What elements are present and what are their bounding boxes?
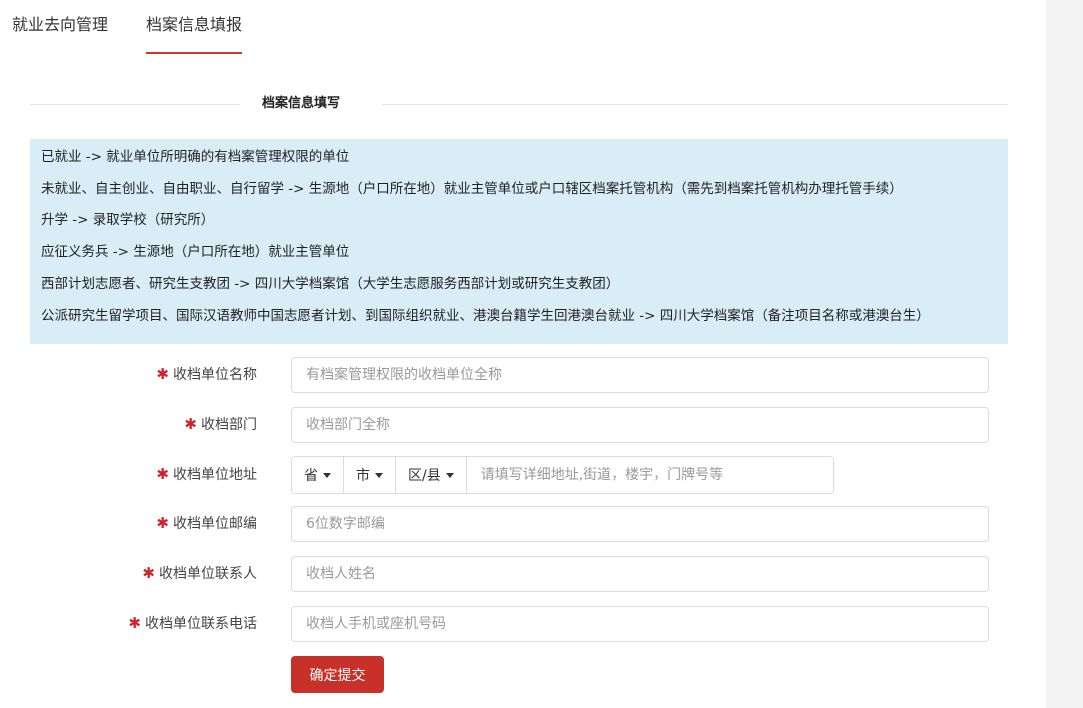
required-mark: ✱ — [128, 614, 141, 632]
caret-down-icon — [375, 472, 383, 478]
caret-down-icon — [445, 472, 454, 478]
info-line: 公派研究生留学项目、国际汉语教师中国志愿者计划、到国际组织就业、港澳台籍学生回港… — [41, 308, 930, 324]
required-mark: ✱ — [156, 465, 169, 483]
unit-name-label-text: 收档单位名称 — [173, 367, 257, 383]
info-line: 已就业 -> 就业单位所明确的有档案管理权限的单位 — [41, 149, 350, 165]
info-line: 升学 -> 录取学校（研究所） — [41, 212, 215, 228]
section-divider-right — [382, 104, 1008, 105]
required-mark: ✱ — [184, 415, 197, 433]
required-mark: ✱ — [142, 564, 155, 582]
required-mark: ✱ — [156, 365, 169, 383]
district-select[interactable]: 区/县 — [396, 457, 467, 493]
phone-label: ✱ 收档单位联系电话 — [128, 613, 257, 634]
submit-button[interactable]: 确定提交 — [291, 656, 384, 693]
contact-label: ✱ 收档单位联系人 — [142, 563, 257, 584]
right-gutter — [1046, 0, 1083, 708]
district-select-label: 区/县 — [408, 468, 441, 484]
tab-archive-info[interactable]: 档案信息填报 — [146, 14, 243, 54]
caret-down-icon — [323, 472, 331, 478]
tab-bar: 就业去向管理 档案信息填报 — [0, 0, 1046, 60]
province-select[interactable]: 省 — [292, 457, 344, 493]
department-label: ✱ 收档部门 — [184, 414, 257, 435]
section-title: 档案信息填写 — [262, 96, 341, 111]
unit-name-input[interactable] — [291, 357, 989, 393]
info-line: 西部计划志愿者、研究生支教团 -> 四川大学档案馆（大学生志愿服务西部计划或研究… — [41, 276, 620, 292]
postcode-label-text: 收档单位邮编 — [173, 516, 257, 532]
phone-label-text: 收档单位联系电话 — [145, 616, 257, 632]
province-select-label: 省 — [304, 468, 318, 484]
required-mark: ✱ — [156, 514, 169, 532]
address-group: 省 市 区/县 — [291, 456, 834, 494]
department-input[interactable] — [291, 407, 989, 443]
contact-label-text: 收档单位联系人 — [159, 566, 257, 582]
info-line: 未就业、自主创业、自由职业、自行留学 -> 生源地（户口所在地）就业主管单位或户… — [41, 181, 903, 197]
tab-employment-management[interactable]: 就业去向管理 — [12, 14, 108, 36]
city-select-label: 市 — [356, 468, 370, 484]
postcode-input[interactable] — [291, 506, 989, 542]
address-detail-input[interactable] — [466, 457, 833, 493]
contact-input[interactable] — [291, 556, 989, 592]
postcode-label: ✱ 收档单位邮编 — [156, 513, 257, 534]
section-divider-left — [30, 104, 240, 105]
unit-name-label: ✱ 收档单位名称 — [156, 364, 257, 385]
address-label: ✱ 收档单位地址 — [156, 464, 257, 485]
city-select[interactable]: 市 — [344, 457, 396, 493]
info-box: 已就业 -> 就业单位所明确的有档案管理权限的单位 未就业、自主创业、自由职业、… — [30, 139, 1008, 344]
phone-input[interactable] — [291, 606, 989, 642]
department-label-text: 收档部门 — [201, 417, 257, 433]
info-line: 应征义务兵 -> 生源地（户口所在地）就业主管单位 — [41, 244, 350, 260]
address-label-text: 收档单位地址 — [173, 467, 257, 483]
